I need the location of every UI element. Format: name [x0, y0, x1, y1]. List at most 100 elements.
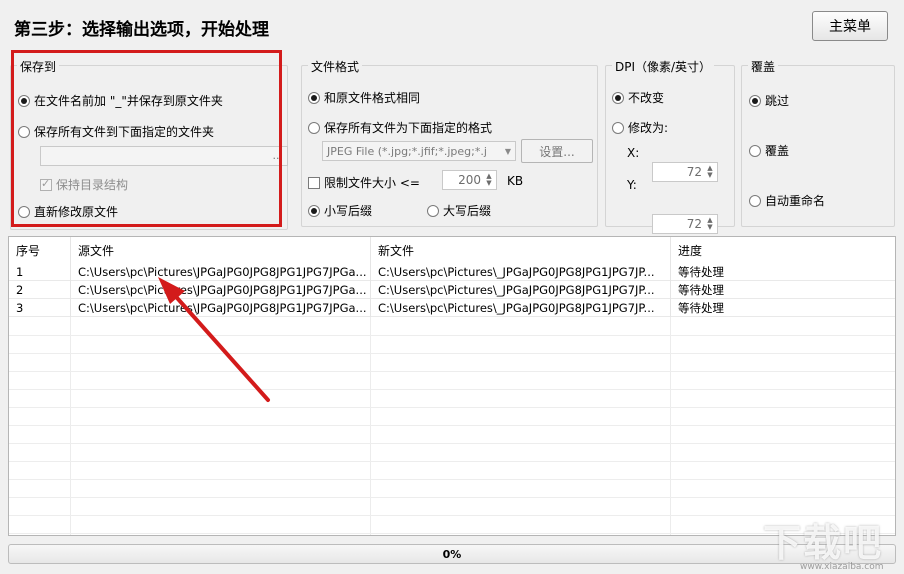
- checkbox-icon[interactable]: [308, 176, 320, 189]
- row-target: C:\Users\pc\Pictures\_JPGaJPG0JPG8JPG1JP…: [371, 281, 671, 299]
- dpi-y-value: 72: [686, 217, 702, 231]
- folder-path-input[interactable]: ...: [40, 146, 288, 166]
- dpi-keep-option[interactable]: 不改变: [612, 89, 664, 106]
- format-same-option[interactable]: 和原文件格式相同: [308, 89, 420, 106]
- uppercase-ext-label: 大写后缀: [443, 204, 492, 218]
- save-prefix-option[interactable]: 在文件名前加 "_"并保存到原文件夹: [18, 92, 223, 109]
- row-progress: 等待处理: [678, 301, 724, 315]
- row-index: 3: [9, 299, 71, 317]
- file-table[interactable]: 序号 源文件 新文件 进度 1 C:\Users\pc\Pictures\JPG…: [8, 236, 896, 536]
- radio-icon[interactable]: [612, 121, 624, 134]
- dpi-title: DPI（像素/英寸）: [612, 58, 715, 75]
- grid-line: [9, 407, 895, 408]
- column-header-target[interactable]: 新文件: [371, 237, 671, 263]
- grid-line: [9, 443, 895, 444]
- overwrite-title: 覆盖: [748, 58, 779, 75]
- format-specified-option[interactable]: 保存所有文件为下面指定的格式: [308, 119, 492, 136]
- row-index: 1: [9, 263, 71, 281]
- uppercase-ext-option[interactable]: 大写后缀: [427, 202, 491, 219]
- row-index: 2: [9, 281, 71, 299]
- radio-icon[interactable]: [308, 121, 320, 134]
- stepper-arrows-icon[interactable]: ▲ ▼: [705, 165, 715, 179]
- keep-structure-label: 保持目录结构: [56, 178, 129, 192]
- watermark-logo: 下载吧: [763, 512, 899, 568]
- row-progress: 等待处理: [678, 283, 724, 297]
- radio-checked-icon[interactable]: [308, 204, 320, 217]
- radio-checked-icon[interactable]: [749, 94, 761, 107]
- radio-icon[interactable]: [427, 204, 439, 217]
- lowercase-ext-option[interactable]: 小写后缀: [308, 202, 372, 219]
- radio-icon[interactable]: [18, 125, 30, 138]
- grid-line: [9, 461, 895, 462]
- grid-line: [9, 353, 895, 354]
- watermark-url: www.xiazaiba.com: [800, 562, 884, 572]
- row-source: C:\Users\pc\Pictures\JPGaJPG0JPG8JPG1JPG…: [71, 281, 371, 299]
- lowercase-ext-label: 小写后缀: [324, 204, 373, 218]
- page-title: 第三步：选择输出选项，开始处理: [14, 20, 269, 40]
- overwrite-rename-label: 自动重命名: [765, 194, 826, 208]
- table-row[interactable]: 2 C:\Users\pc\Pictures\JPGaJPG0JPG8JPG1J…: [9, 281, 895, 299]
- save-folder-label: 保存所有文件到下面指定的文件夹: [34, 125, 215, 139]
- overwrite-overwrite-option[interactable]: 覆盖: [749, 142, 789, 159]
- file-format-title: 文件格式: [308, 58, 363, 75]
- radio-checked-icon[interactable]: [308, 91, 320, 104]
- dpi-change-option[interactable]: 修改为:: [612, 119, 668, 136]
- dpi-x-value: 72: [686, 165, 702, 179]
- format-select-value: JPEG File (*.jpg;*.jfif;*.jpeg;*.j: [327, 144, 487, 158]
- dpi-keep-label: 不改变: [628, 91, 665, 105]
- grid-line: [9, 425, 895, 426]
- format-specified-label: 保存所有文件为下面指定的格式: [324, 121, 493, 135]
- dpi-y-label: Y:: [627, 178, 637, 192]
- limit-size-stepper[interactable]: 200 ▲ ▼: [442, 170, 497, 190]
- grid-line: [9, 371, 895, 372]
- format-select[interactable]: JPEG File (*.jpg;*.jfif;*.jpeg;*.j ▼: [322, 141, 516, 161]
- dpi-x-label: X:: [627, 146, 640, 160]
- grid-line: [9, 389, 895, 390]
- table-row[interactable]: 1 C:\Users\pc\Pictures\JPGaJPG0JPG8JPG1J…: [9, 263, 895, 281]
- grid-line: [9, 335, 895, 336]
- radio-checked-icon[interactable]: [612, 91, 624, 104]
- row-source: C:\Users\pc\Pictures\JPGaJPG0JPG8JPG1JPG…: [71, 299, 371, 317]
- grid-line: [9, 479, 895, 480]
- stepper-arrows-icon[interactable]: ▲ ▼: [705, 217, 715, 231]
- watermark-text: 下载吧: [763, 521, 884, 565]
- save-folder-option[interactable]: 保存所有文件到下面指定的文件夹: [18, 123, 214, 140]
- column-header-progress[interactable]: 进度: [671, 237, 895, 263]
- radio-icon[interactable]: [18, 205, 30, 218]
- header: 第三步：选择输出选项，开始处理 主菜单: [0, 0, 904, 50]
- radio-checked-icon[interactable]: [18, 94, 30, 107]
- limit-size-unit: KB: [507, 174, 524, 188]
- chevron-down-icon: ▼: [501, 142, 515, 160]
- row-source: C:\Users\pc\Pictures\JPGaJPG0JPG8JPG1JPG…: [71, 263, 371, 281]
- save-to-title: 保存到: [17, 58, 60, 75]
- limit-size-value: 200: [458, 173, 481, 187]
- row-progress: 等待处理: [678, 265, 724, 279]
- dpi-y-stepper[interactable]: 72 ▲ ▼: [652, 214, 718, 234]
- overwrite-overwrite-label: 覆盖: [765, 144, 790, 158]
- column-header-source[interactable]: 源文件: [71, 237, 371, 263]
- dpi-change-label: 修改为:: [628, 121, 669, 135]
- browse-button[interactable]: ...: [273, 149, 284, 162]
- column-header-index[interactable]: 序号: [9, 237, 71, 263]
- overwrite-skip-option[interactable]: 跳过: [749, 92, 789, 109]
- limit-size-option[interactable]: 限制文件大小 <=: [308, 174, 420, 191]
- checkbox-checked-icon[interactable]: [40, 177, 52, 191]
- save-prefix-label: 在文件名前加 "_"并保存到原文件夹: [34, 94, 223, 108]
- row-target: C:\Users\pc\Pictures\_JPGaJPG0JPG8JPG1JP…: [371, 299, 671, 317]
- overwrite-rename-option[interactable]: 自动重命名: [749, 192, 825, 209]
- row-target: C:\Users\pc\Pictures\_JPGaJPG0JPG8JPG1JP…: [371, 263, 671, 281]
- stepper-arrows-icon[interactable]: ▲ ▼: [484, 173, 494, 187]
- radio-icon[interactable]: [749, 194, 761, 207]
- radio-icon[interactable]: [749, 144, 761, 157]
- grid-line: [9, 497, 895, 498]
- overwrite-original-label: 直新修改原文件: [34, 205, 119, 219]
- dpi-x-stepper[interactable]: 72 ▲ ▼: [652, 162, 718, 182]
- keep-structure-option[interactable]: 保持目录结构: [40, 176, 128, 193]
- main-menu-button[interactable]: 主菜单: [812, 11, 888, 41]
- overwrite-original-option[interactable]: 直新修改原文件: [18, 203, 118, 220]
- settings-button[interactable]: 设置...: [521, 139, 593, 163]
- table-row[interactable]: 3 C:\Users\pc\Pictures\JPGaJPG0JPG8JPG1J…: [9, 299, 895, 317]
- format-same-label: 和原文件格式相同: [324, 91, 421, 105]
- limit-size-label: 限制文件大小 <=: [324, 176, 420, 190]
- overwrite-skip-label: 跳过: [765, 94, 790, 108]
